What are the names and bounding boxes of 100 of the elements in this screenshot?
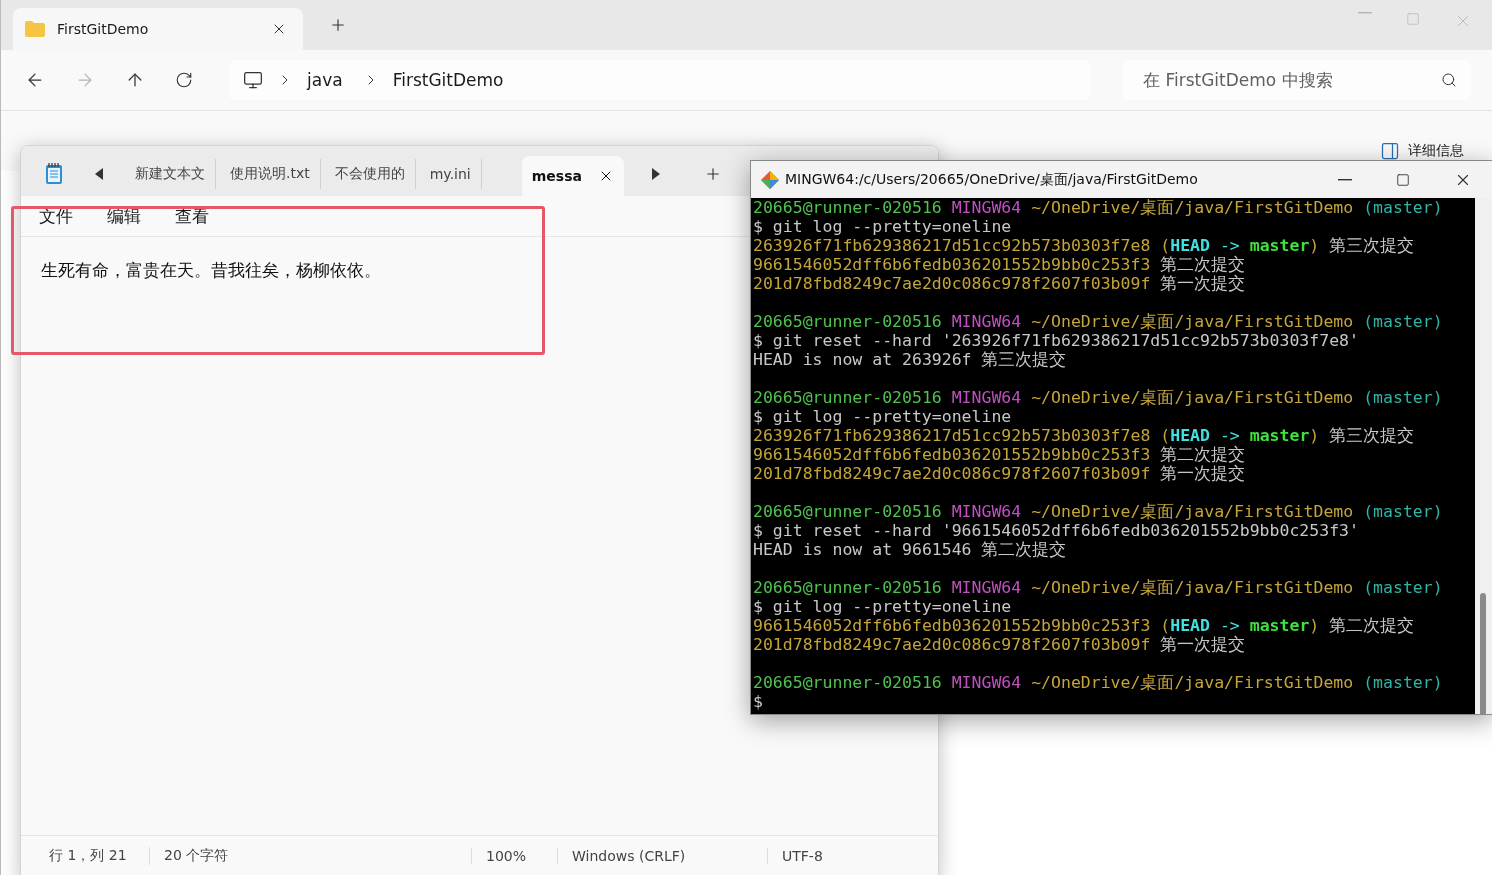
branch-ref: master [1249, 236, 1310, 255]
file-tab[interactable]: 使用说明.txt [220, 159, 321, 189]
tab-title: FirstGitDemo [57, 21, 150, 37]
prompt-user: 20665@runner-020516 [753, 198, 942, 217]
prompt-host: MINGW64 [951, 578, 1022, 597]
branch-ref: master [1249, 426, 1310, 445]
commit-hash: 201d78fbd8249c7ae2d0c086c978f2607f03b09f [753, 274, 1151, 293]
ref-paren: ) [1309, 616, 1320, 635]
prompt-symbol: $ [753, 521, 763, 540]
commit-hash: 9661546052dff6b6fedb036201552b9bb0c253f3 [753, 445, 1151, 464]
scrollbar-thumb[interactable] [1480, 593, 1486, 714]
prompt-symbol: $ [753, 217, 763, 236]
details-button[interactable]: 详细信息 [1380, 121, 1464, 161]
ref-paren: ) [1309, 236, 1320, 255]
maximize-icon [1396, 172, 1410, 187]
file-tab[interactable]: 新建文本文 [125, 159, 216, 189]
status-text: Windows (CRLF) [557, 848, 767, 864]
prompt-symbol: $ [753, 331, 763, 350]
ref-paren: ( [1160, 236, 1171, 255]
maximize-icon [1406, 12, 1420, 26]
details-pane-icon [1380, 141, 1400, 161]
menu-item[interactable]: 文件 [39, 204, 73, 228]
output-text: HEAD is now at 9661546 第二次提交 [753, 540, 1067, 559]
prompt-path: ~/OneDrive/桌面/java/FirstGitDemo [1031, 388, 1354, 407]
git-icon [761, 170, 779, 189]
command-text: git log --pretty=oneline [772, 217, 1012, 236]
breadcrumb[interactable]: java [307, 70, 343, 90]
status-text: 100% [471, 848, 557, 864]
ref-paren: ) [1309, 426, 1320, 445]
prompt-branch: (master) [1363, 388, 1443, 407]
commit-hash: 201d78fbd8249c7ae2d0c086c978f2607f03b09f [753, 635, 1151, 654]
head-ref: HEAD [1170, 236, 1210, 255]
branch-ref: master [1249, 616, 1310, 635]
head-ref: HEAD [1170, 616, 1210, 635]
commit-message: 第二次提交 [1160, 445, 1246, 464]
notepad-icon [45, 163, 63, 185]
minimize-icon [1338, 178, 1352, 181]
prompt-branch: (master) [1363, 198, 1443, 217]
prompt-path: ~/OneDrive/桌面/java/FirstGitDemo [1031, 578, 1354, 597]
commit-message: 第一次提交 [1160, 464, 1246, 483]
status-text: UTF-8 [767, 848, 887, 864]
address-bar[interactable]: java FirstGitDemo [229, 60, 1091, 100]
commit-hash: 263926f71fb629386217d51cc92b573b0303f7e8 [753, 236, 1151, 255]
prompt-symbol: $ [753, 692, 763, 711]
breadcrumb[interactable]: FirstGitDemo [392, 70, 504, 90]
commit-message: 第一次提交 [1160, 635, 1246, 654]
head-ref: HEAD [1170, 426, 1210, 445]
scroll-left-icon[interactable] [95, 168, 103, 180]
folder-icon [25, 21, 45, 37]
commit-message: 第一次提交 [1160, 274, 1246, 293]
prompt-branch: (master) [1363, 502, 1443, 521]
prompt-host: MINGW64 [951, 312, 1022, 331]
ref-arrow: -> [1219, 426, 1240, 445]
prompt-path: ~/OneDrive/桌面/java/FirstGitDemo [1031, 673, 1354, 692]
ref-paren: ( [1160, 426, 1171, 445]
prompt-path: ~/OneDrive/桌面/java/FirstGitDemo [1031, 502, 1354, 521]
prompt-user: 20665@runner-020516 [753, 388, 942, 407]
commit-message: 第三次提交 [1329, 426, 1415, 445]
command-text: git reset --hard '263926f71fb629386217d51cc92b573b0303f7e8' [772, 331, 1359, 350]
refresh-icon [175, 71, 193, 89]
explorer-tab[interactable]: FirstGitDemo [13, 8, 303, 50]
prompt-user: 20665@runner-020516 [753, 673, 942, 692]
ref-paren: ( [1160, 616, 1171, 635]
file-tab[interactable]: 不会使用的 [324, 159, 416, 189]
commit-hash: 201d78fbd8249c7ae2d0c086c978f2607f03b09f [753, 464, 1151, 483]
prompt-path: ~/OneDrive/桌面/java/FirstGitDemo [1031, 312, 1354, 331]
prompt-branch: (master) [1363, 312, 1443, 331]
prompt-symbol: $ [753, 597, 763, 616]
minimize-icon [1358, 12, 1372, 14]
menu-item[interactable]: 编辑 [107, 204, 141, 228]
menu-item[interactable]: 查看 [175, 204, 209, 228]
ref-arrow: -> [1219, 236, 1240, 255]
document-text[interactable]: 生死有命，富贵在天。昔我往矣，杨柳依依。 [41, 259, 381, 282]
prompt-branch: (master) [1363, 578, 1443, 597]
file-tab[interactable]: messa [521, 156, 624, 196]
search-box[interactable]: 在 FirstGitDemo 中搜索 [1123, 60, 1471, 100]
file-tab[interactable]: my.ini [419, 159, 482, 189]
search-field[interactable]: 在 FirstGitDemo 中搜索 [1141, 69, 1441, 91]
commit-message: 第二次提交 [1160, 255, 1246, 274]
prompt-branch: (master) [1363, 673, 1443, 692]
prompt-symbol: $ [753, 407, 763, 426]
command-text: git reset --hard '9661546052dff6b6fedb036201552b9bb0c253f3' [772, 521, 1359, 540]
computer-icon [243, 70, 263, 90]
prompt-user: 20665@runner-020516 [753, 312, 942, 331]
prompt-host: MINGW64 [951, 198, 1022, 217]
scroll-right-icon[interactable] [651, 168, 660, 180]
commit-message: 第二次提交 [1329, 616, 1415, 635]
ref-arrow: -> [1219, 616, 1240, 635]
search-icon [1441, 72, 1457, 88]
prompt-host: MINGW64 [951, 673, 1022, 692]
prompt-user: 20665@runner-020516 [753, 578, 942, 597]
plus-icon [329, 16, 347, 34]
output-text: HEAD is now at 263926f 第三次提交 [753, 350, 1067, 369]
prompt-host: MINGW64 [951, 388, 1022, 407]
prompt-path: ~/OneDrive/桌面/java/FirstGitDemo [1031, 198, 1354, 217]
prompt-user: 20665@runner-020516 [753, 502, 942, 521]
status-text: 20 个字符 [149, 847, 471, 865]
command-text: git log --pretty=oneline [772, 597, 1012, 616]
status-text: 行 1，列 21 [49, 847, 128, 865]
commit-hash: 263926f71fb629386217d51cc92b573b0303f7e8 [753, 426, 1151, 445]
